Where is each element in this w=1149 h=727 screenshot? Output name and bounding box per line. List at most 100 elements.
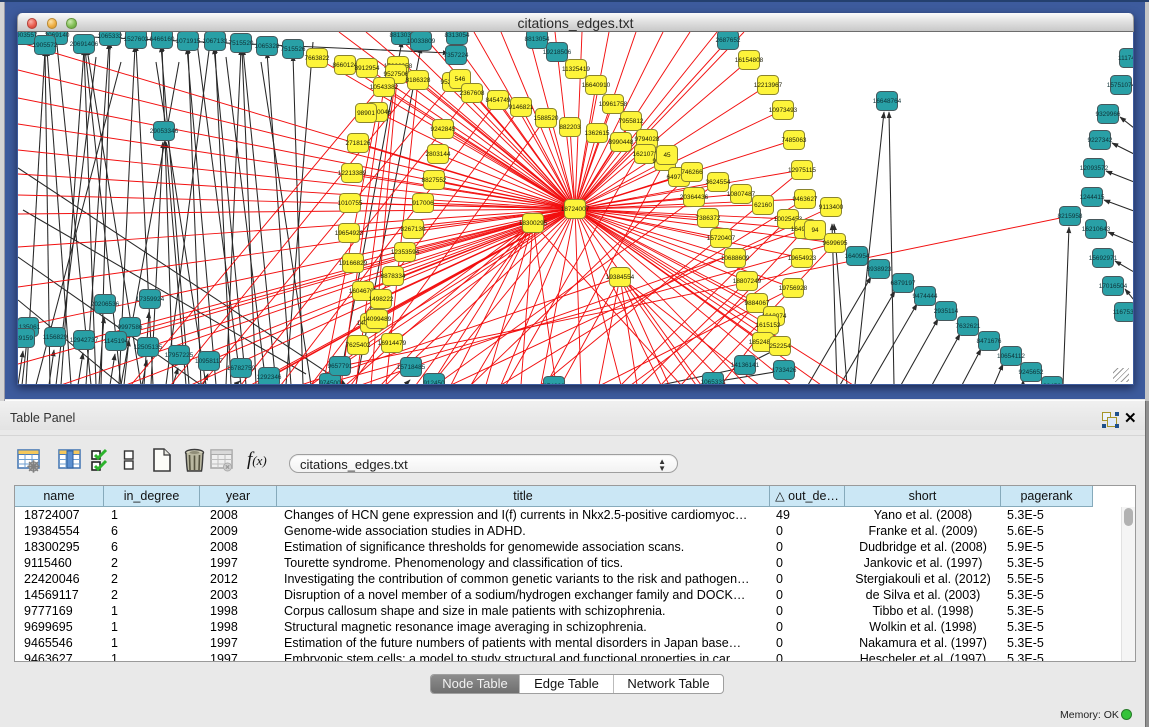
svg-text:9463627: 9463627 [793, 196, 818, 203]
svg-text:1527602: 1527602 [124, 36, 149, 43]
svg-text:1733426: 1733426 [772, 367, 797, 374]
svg-text:7515526: 7515526 [281, 46, 306, 53]
svg-text:1362615: 1362615 [585, 130, 610, 137]
svg-text:1071915: 1071915 [176, 38, 201, 45]
svg-text:15751074: 15751074 [1107, 82, 1133, 89]
svg-text:10961758: 10961758 [599, 101, 628, 108]
svg-text:20206536: 20206536 [91, 301, 120, 308]
svg-text:9146821: 9146821 [509, 104, 534, 111]
svg-text:1067133: 1067133 [203, 38, 228, 45]
svg-text:746266: 746266 [681, 169, 703, 176]
svg-text:17359924: 17359924 [136, 296, 165, 303]
svg-text:16640910: 16640910 [582, 82, 611, 89]
svg-text:10807487: 10807487 [727, 191, 756, 198]
svg-text:17957225: 17957225 [165, 352, 194, 359]
svg-text:15720407: 15720407 [707, 235, 736, 242]
svg-text:9474444: 9474444 [913, 293, 938, 300]
svg-text:8454749: 8454749 [486, 97, 511, 104]
svg-text:917006: 917006 [412, 200, 434, 207]
svg-text:9242845: 9242845 [431, 126, 456, 133]
svg-text:8878334: 8878334 [381, 273, 406, 280]
svg-text:18724007: 18724007 [561, 206, 590, 213]
svg-text:8912954: 8912954 [355, 65, 380, 72]
svg-text:2718126: 2718126 [346, 140, 371, 147]
svg-text:9699695: 9699695 [823, 240, 848, 247]
svg-text:17016504: 17016504 [1099, 283, 1128, 290]
svg-text:3624554: 3624554 [706, 179, 731, 186]
svg-text:19166829: 19166829 [339, 260, 368, 267]
svg-text:18300295: 18300295 [519, 220, 548, 227]
svg-text:7357224: 7357224 [444, 52, 469, 59]
svg-text:12975115: 12975115 [788, 167, 816, 174]
svg-text:19654923: 19654923 [335, 230, 364, 237]
svg-text:7632621: 7632621 [956, 323, 981, 330]
svg-text:45: 45 [663, 152, 671, 159]
svg-text:1292346: 1292346 [257, 374, 282, 381]
svg-text:15692971: 15692971 [1089, 255, 1118, 262]
svg-text:12353594: 12353594 [391, 249, 420, 256]
svg-text:974500: 974500 [319, 380, 341, 384]
svg-text:15718485: 15718485 [397, 364, 426, 371]
svg-text:19654923: 19654923 [788, 255, 817, 262]
svg-text:12213389: 12213389 [338, 170, 367, 177]
svg-text:1905572: 1905572 [33, 42, 58, 49]
svg-text:2687652: 2687652 [716, 37, 741, 44]
svg-text:11325419: 11325419 [562, 66, 590, 73]
svg-text:16210643: 16210643 [1082, 226, 1111, 233]
svg-text:18807249: 18807249 [733, 278, 762, 285]
svg-text:7663822: 7663822 [305, 55, 330, 62]
svg-text:1498222: 1498222 [369, 296, 394, 303]
svg-text:9245652: 9245652 [1019, 369, 1044, 376]
svg-text:19756928: 19756928 [779, 285, 808, 292]
svg-text:1640954: 1640954 [845, 253, 870, 260]
svg-text:10973493: 10973493 [769, 107, 798, 114]
svg-text:174262: 174262 [543, 383, 565, 384]
svg-text:29053346: 29053346 [150, 128, 179, 135]
svg-text:16914479: 16914479 [378, 340, 407, 347]
svg-text:9657791: 9657791 [328, 363, 353, 370]
svg-text:12942737: 12942737 [70, 337, 99, 344]
svg-text:8215958: 8215958 [1058, 213, 1083, 220]
svg-text:19384554: 19384554 [606, 274, 635, 281]
svg-text:1588520: 1588520 [534, 115, 559, 122]
svg-text:6466160: 6466160 [150, 36, 175, 43]
svg-text:98452: 98452 [1043, 383, 1061, 384]
svg-text:10543382: 10543382 [370, 84, 399, 91]
svg-text:14099489: 14099489 [363, 316, 392, 323]
svg-text:8827552: 8827552 [422, 177, 447, 184]
svg-text:7625402: 7625402 [346, 342, 371, 349]
svg-text:9997586: 9997586 [118, 324, 143, 331]
svg-text:7955812: 7955812 [619, 118, 644, 125]
svg-text:1156829: 1156829 [43, 334, 68, 341]
svg-text:1615152: 1615152 [756, 322, 781, 329]
svg-text:19218506: 19218506 [543, 49, 572, 56]
svg-text:6879197: 6879197 [891, 280, 916, 287]
svg-text:9794028: 9794028 [635, 136, 660, 143]
svg-text:1065333: 1065333 [701, 379, 726, 384]
svg-text:10958117: 10958117 [195, 358, 223, 365]
svg-text:8471676: 8471676 [977, 338, 1002, 345]
svg-text:2935114: 2935114 [934, 308, 959, 315]
svg-text:94: 94 [811, 227, 819, 234]
svg-text:20691406: 20691406 [70, 41, 99, 48]
svg-text:20364436: 20364436 [680, 194, 709, 201]
svg-text:16648764: 16648764 [873, 98, 902, 105]
svg-text:9884067: 9884067 [745, 300, 770, 307]
svg-text:10654112: 10654112 [997, 353, 1025, 360]
svg-text:1065332: 1065332 [98, 33, 123, 40]
svg-text:9227342: 9227342 [1088, 137, 1113, 144]
svg-text:1244415: 1244415 [1080, 194, 1105, 201]
svg-text:8313054: 8313054 [445, 32, 470, 39]
svg-text:7485063: 7485063 [782, 137, 807, 144]
svg-text:8990448: 8990448 [609, 139, 634, 146]
svg-text:12093572: 12093572 [1080, 165, 1109, 172]
svg-text:912450: 912450 [423, 380, 445, 384]
svg-text:16154808: 16154808 [735, 57, 764, 64]
svg-text:1145194: 1145194 [104, 338, 129, 345]
svg-text:1065328: 1065328 [255, 43, 280, 50]
svg-text:8813054: 8813054 [525, 36, 550, 43]
svg-text:7386372: 7386372 [696, 215, 721, 222]
svg-text:1010755: 1010755 [338, 200, 363, 207]
svg-text:1167533: 1167533 [1113, 309, 1133, 316]
svg-text:1117404: 1117404 [1118, 55, 1133, 62]
